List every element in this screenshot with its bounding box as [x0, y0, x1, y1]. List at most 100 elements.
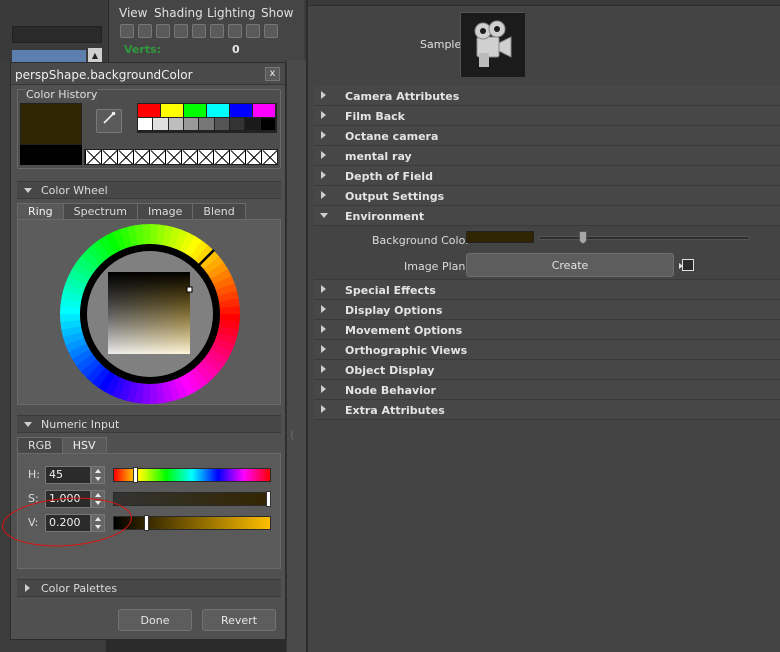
- palette-swatch[interactable]: [153, 117, 169, 131]
- film-gate-icon[interactable]: [246, 24, 260, 38]
- hue-slider-handle[interactable]: [133, 467, 138, 483]
- section-label: Extra Attributes: [345, 404, 445, 417]
- 2d-pan-icon[interactable]: [192, 24, 206, 38]
- attribute-editor: Sample Camera Attributes Film Back Octane …: [306, 0, 780, 652]
- create-image-plane-button[interactable]: Create: [466, 253, 674, 277]
- previous-color-swatch[interactable]: [20, 145, 82, 165]
- camera-icon[interactable]: [120, 24, 134, 38]
- section-octane-camera[interactable]: Octane camera: [314, 126, 780, 146]
- empty-history-slot[interactable]: [213, 150, 229, 164]
- value-slider-handle[interactable]: [144, 515, 150, 531]
- section-extra-attributes[interactable]: Extra Attributes: [314, 400, 780, 420]
- palette-swatch[interactable]: [229, 117, 246, 131]
- sample-label: Sample: [420, 38, 462, 51]
- section-depth-of-field[interactable]: Depth of Field: [314, 166, 780, 186]
- section-object-display[interactable]: Object Display: [314, 360, 780, 380]
- expand-icon: [321, 191, 326, 199]
- palette-swatch[interactable]: [161, 104, 184, 118]
- dialog-titlebar[interactable]: perspShape.backgroundColor x: [11, 63, 285, 85]
- empty-history-slot[interactable]: [261, 150, 277, 164]
- section-movement-options[interactable]: Movement Options: [314, 320, 780, 340]
- palette-swatch[interactable]: [183, 117, 200, 131]
- hue-stepper[interactable]: [91, 466, 105, 484]
- section-output-settings[interactable]: Output Settings: [314, 186, 780, 206]
- expand-icon: [321, 285, 326, 293]
- value-slider[interactable]: [113, 515, 271, 531]
- grid-icon[interactable]: [228, 24, 242, 38]
- section-label: Environment: [345, 210, 425, 223]
- color-palettes-header[interactable]: Color Palettes: [17, 579, 281, 597]
- palette-swatch[interactable]: [253, 104, 276, 118]
- empty-history-slot[interactable]: [197, 150, 213, 164]
- empty-history-slot[interactable]: [181, 150, 197, 164]
- color-palette-grid[interactable]: [137, 103, 277, 133]
- shaded-icon[interactable]: [264, 24, 278, 38]
- image-plane-icon[interactable]: [174, 24, 188, 38]
- empty-history-slot[interactable]: [117, 150, 133, 164]
- color-picker-marker: [186, 286, 193, 293]
- section-camera-attributes[interactable]: Camera Attributes: [314, 86, 780, 106]
- attribute-sections: Camera Attributes Film Back Octane camera m…: [314, 86, 780, 420]
- expand-icon: [25, 584, 30, 592]
- palette-swatch[interactable]: [168, 117, 184, 131]
- menu-show[interactable]: Show: [261, 6, 293, 20]
- palette-swatch[interactable]: [184, 104, 207, 118]
- empty-history-slot[interactable]: [229, 150, 245, 164]
- bookmark-icon[interactable]: [156, 24, 170, 38]
- palette-swatch[interactable]: [138, 117, 154, 131]
- palette-swatch[interactable]: [207, 104, 230, 118]
- hue-field[interactable]: 45: [45, 466, 91, 484]
- empty-history-slot[interactable]: [85, 150, 101, 164]
- empty-history-slot[interactable]: [101, 150, 117, 164]
- menu-view[interactable]: View: [119, 6, 147, 20]
- saturation-slider[interactable]: [113, 491, 271, 507]
- background-color-slider[interactable]: [538, 236, 750, 240]
- eyedropper-button[interactable]: [96, 109, 122, 133]
- color-wheel-header[interactable]: Color Wheel: [17, 181, 281, 199]
- palette-swatch[interactable]: [199, 117, 215, 131]
- section-mental-ray[interactable]: mental ray: [314, 146, 780, 166]
- palette-swatch[interactable]: [260, 117, 276, 131]
- outliner-filter-field[interactable]: [12, 26, 102, 43]
- splitter-handle-icon[interactable]: ⟨: [290, 430, 294, 441]
- eyedropper-icon: [103, 111, 116, 124]
- section-environment[interactable]: Environment: [314, 206, 780, 226]
- background-color-swatch[interactable]: [466, 231, 534, 243]
- empty-history-slot[interactable]: [245, 150, 261, 164]
- menu-lighting[interactable]: Lighting: [207, 6, 256, 20]
- done-button[interactable]: Done: [118, 609, 192, 631]
- section-display-options[interactable]: Display Options: [314, 300, 780, 320]
- collapse-icon: [24, 188, 32, 193]
- revert-button[interactable]: Revert: [202, 609, 276, 631]
- close-button[interactable]: x: [265, 67, 280, 81]
- expand-icon: [321, 305, 326, 313]
- palette-swatch[interactable]: [245, 117, 261, 131]
- menu-shading[interactable]: Shading: [154, 6, 203, 20]
- panel-splitter[interactable]: [286, 60, 306, 652]
- section-node-behavior[interactable]: Node Behavior: [314, 380, 780, 400]
- color-palettes-label: Color Palettes: [41, 582, 118, 595]
- verts-label: Verts:: [124, 43, 162, 56]
- palette-swatch[interactable]: [214, 117, 230, 131]
- color-ring[interactable]: [58, 224, 242, 404]
- grease-pencil-icon[interactable]: [210, 24, 224, 38]
- empty-history-slot[interactable]: [165, 150, 181, 164]
- hue-slider[interactable]: [113, 467, 271, 483]
- palette-swatch[interactable]: [138, 104, 161, 118]
- section-special-effects[interactable]: Special Effects: [314, 280, 780, 300]
- verts-value: 0: [232, 43, 240, 56]
- empty-history-slot[interactable]: [133, 150, 149, 164]
- numeric-input-header[interactable]: Numeric Input: [17, 415, 281, 433]
- section-film-back[interactable]: Film Back: [314, 106, 780, 126]
- saturation-slider-handle[interactable]: [266, 491, 271, 507]
- empty-history-slot[interactable]: [149, 150, 165, 164]
- map-input-icon[interactable]: [679, 259, 694, 271]
- section-orthographic-views[interactable]: Orthographic Views: [314, 340, 780, 360]
- section-label: Film Back: [345, 110, 405, 123]
- background-color-slider-handle[interactable]: [579, 231, 587, 244]
- camera-attributes-icon[interactable]: [138, 24, 152, 38]
- hue-label: H:: [28, 468, 40, 481]
- palette-swatch[interactable]: [230, 104, 253, 118]
- viewport-toolbar: [120, 24, 278, 40]
- expand-icon: [321, 405, 326, 413]
